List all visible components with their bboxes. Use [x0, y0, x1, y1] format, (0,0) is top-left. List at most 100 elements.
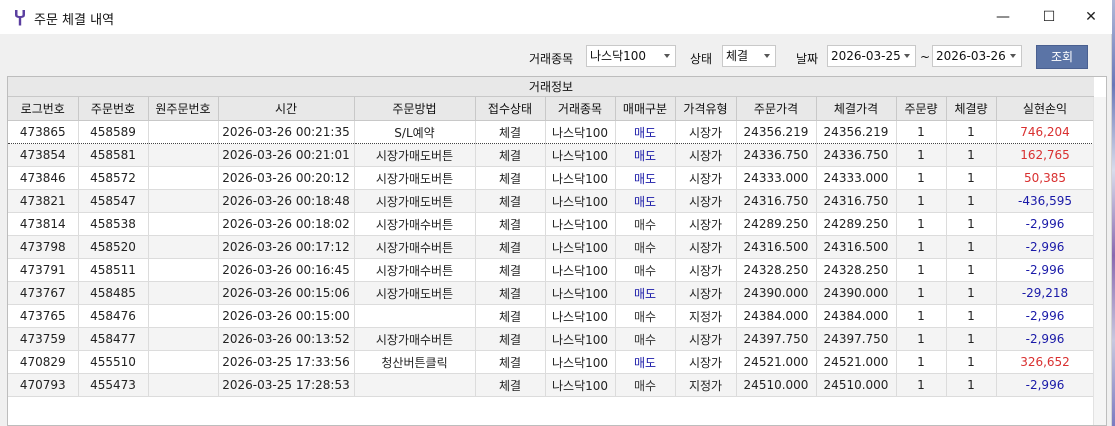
table-cell: 24510.000	[816, 373, 897, 397]
table-row[interactable]: 473814 458538 2026-03-26 00:18:02 시장가매수버튼 체결…	[8, 212, 1095, 236]
table-row[interactable]: 473791 458511 2026-03-26 00:16:45 시장가매수버튼 체결…	[8, 258, 1095, 282]
column-header[interactable]: 주문가격	[736, 97, 817, 121]
table-cell: 1	[896, 189, 947, 213]
table-cell: 2026-03-26 00:15:00	[218, 304, 355, 328]
table-row[interactable]: 473759 458477 2026-03-26 00:13:52 시장가매수버튼 체결…	[8, 327, 1095, 351]
table-cell	[148, 235, 219, 259]
table-cell: 455473	[78, 373, 149, 397]
table-row[interactable]: 473765 458476 2026-03-26 00:15:00 체결 나스닥100 매…	[8, 304, 1095, 328]
minimize-button[interactable]: —	[980, 0, 1026, 34]
symbol-label: 거래종목	[529, 52, 574, 66]
table-cell: 나스닥100	[545, 212, 616, 236]
maximize-button[interactable]: ☐	[1026, 0, 1072, 34]
table-cell: -2,996	[996, 258, 1095, 282]
column-header[interactable]: 주문량	[896, 97, 947, 121]
table-cell: 458572	[78, 166, 149, 190]
table-cell: 나스닥100	[545, 120, 616, 144]
table-cell: 24333.000	[816, 166, 897, 190]
table-cell: 시장가매수버튼	[354, 327, 476, 351]
table-cell	[148, 166, 219, 190]
table-cell: 체결	[475, 120, 546, 144]
table-row[interactable]: 473846 458572 2026-03-26 00:20:12 시장가매도버튼 체결…	[8, 166, 1095, 190]
column-header[interactable]: 원주문번호	[148, 97, 219, 121]
search-button[interactable]: 조회	[1036, 45, 1088, 69]
grid-group-header: 거래정보	[8, 77, 1094, 97]
column-header[interactable]: 거래종목	[545, 97, 616, 121]
table-cell: 시장가매도버튼	[354, 281, 476, 305]
table-cell: 2026-03-26 00:20:12	[218, 166, 355, 190]
table-cell: 473791	[8, 258, 79, 282]
table-cell	[148, 258, 219, 282]
table-cell: 시장가매수버튼	[354, 258, 476, 282]
tuning-fork-icon	[15, 10, 25, 26]
table-cell	[354, 304, 476, 328]
column-header[interactable]: 주문번호	[78, 97, 149, 121]
table-cell: 24356.219	[736, 120, 817, 144]
column-header[interactable]: 시간	[218, 97, 355, 121]
table-cell: 24384.000	[736, 304, 817, 328]
table-cell: 458581	[78, 143, 149, 167]
vertical-scrollbar[interactable]	[1093, 97, 1106, 425]
chevron-down-icon	[664, 54, 670, 58]
table-row[interactable]: 473865 458589 2026-03-26 00:21:35 S/L예약 체결 나스…	[8, 120, 1095, 144]
table-cell: 24397.750	[816, 327, 897, 351]
column-header[interactable]: 실현손익	[996, 97, 1095, 121]
table-row[interactable]: 473821 458547 2026-03-26 00:18:48 시장가매도버튼 체결…	[8, 189, 1095, 213]
table-row[interactable]: 473854 458581 2026-03-26 00:21:01 시장가매도버튼 체결…	[8, 143, 1095, 167]
table-cell: 시장가	[675, 350, 737, 374]
symbol-select[interactable]: 나스닥100	[586, 45, 676, 67]
execution-grid[interactable]: 거래정보 로그번호 주문번호 원주문번호 시간 주문방법 접수상태 거래종목 매매구분 가격유형…	[7, 76, 1107, 426]
table-cell	[148, 212, 219, 236]
table-cell: 2026-03-25 17:28:53	[218, 373, 355, 397]
table-cell: 2026-03-26 00:18:48	[218, 189, 355, 213]
table-cell: 체결	[475, 189, 546, 213]
table-row[interactable]: 473798 458520 2026-03-26 00:17:12 시장가매수버튼 체결…	[8, 235, 1095, 259]
table-row[interactable]: 470793 455473 2026-03-25 17:28:53 체결 나스닥100 매…	[8, 373, 1095, 397]
table-cell: 1	[896, 373, 947, 397]
date-from-picker[interactable]: 2026-03-25	[827, 45, 916, 67]
table-cell: 473767	[8, 281, 79, 305]
table-row[interactable]: 470829 455510 2026-03-25 17:33:56 청산버튼클릭 체결 나…	[8, 350, 1095, 374]
column-header[interactable]: 체결량	[946, 97, 997, 121]
column-header[interactable]: 로그번호	[8, 97, 79, 121]
status-select[interactable]: 체결	[722, 45, 776, 67]
table-cell: 473759	[8, 327, 79, 351]
table-cell: 24316.500	[816, 235, 897, 259]
table-cell: 473846	[8, 166, 79, 190]
table-cell: -2,996	[996, 373, 1095, 397]
date-to-picker[interactable]: 2026-03-26	[932, 45, 1022, 67]
table-cell: 458520	[78, 235, 149, 259]
table-cell: 1	[896, 120, 947, 144]
column-header[interactable]: 매매구분	[615, 97, 676, 121]
table-row[interactable]: 473767 458485 2026-03-26 00:15:06 시장가매도버튼 체결…	[8, 281, 1095, 305]
table-cell: 매수	[615, 327, 676, 351]
table-cell: 시장가매수버튼	[354, 212, 476, 236]
column-header[interactable]: 가격유형	[675, 97, 737, 121]
table-cell: 매수	[615, 373, 676, 397]
table-cell: 326,652	[996, 350, 1095, 374]
symbol-select-value: 나스닥100	[590, 49, 647, 63]
date-separator: ~	[920, 50, 931, 64]
column-header[interactable]: 접수상태	[475, 97, 546, 121]
table-cell: 2026-03-26 00:15:06	[218, 281, 355, 305]
status-select-value: 체결	[726, 49, 749, 63]
table-cell: 2026-03-26 00:21:35	[218, 120, 355, 144]
title-bar[interactable]: 주문 체결 내역 — ☐ ✕	[0, 0, 1112, 34]
table-cell: 시장가	[675, 281, 737, 305]
table-cell: 1	[946, 212, 997, 236]
table-cell: 1	[946, 143, 997, 167]
table-cell: 나스닥100	[545, 189, 616, 213]
table-cell: 1	[946, 120, 997, 144]
table-cell: 나스닥100	[545, 258, 616, 282]
table-cell: 매수	[615, 304, 676, 328]
table-cell	[354, 373, 476, 397]
close-button[interactable]: ✕	[1068, 0, 1114, 34]
column-header[interactable]: 주문방법	[354, 97, 476, 121]
table-cell: -2,996	[996, 212, 1095, 236]
table-cell: 시장가	[675, 258, 737, 282]
column-header[interactable]: 체결가격	[816, 97, 897, 121]
table-cell: 746,204	[996, 120, 1095, 144]
table-cell: 체결	[475, 258, 546, 282]
table-cell	[148, 327, 219, 351]
chevron-down-icon	[764, 54, 770, 58]
